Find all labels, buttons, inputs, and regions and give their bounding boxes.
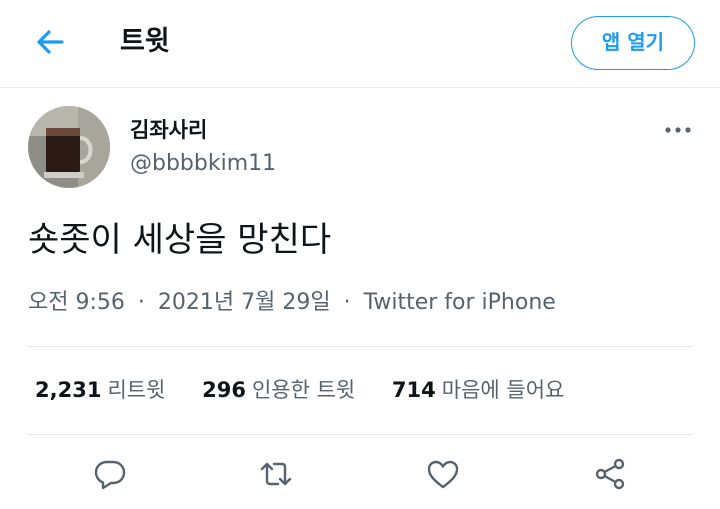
page-title: 트윗	[120, 26, 170, 57]
reply-icon[interactable]	[90, 454, 130, 494]
divider	[28, 434, 692, 435]
likes-label: 마음에 들어요	[441, 378, 565, 402]
tweet-date[interactable]: 2021년 7월 29일	[158, 290, 331, 315]
quote-tweets-label: 인용한 트윗	[251, 378, 356, 402]
tweet-stats: 2,231 리트윗 296 인용한 트윗 714 마음에 들어요	[35, 375, 594, 405]
quote-tweets-stat[interactable]: 296 인용한 트윗	[202, 375, 355, 405]
tweet-text: 숏좃이 세상을 망친다	[28, 220, 332, 260]
likes-count: 714	[391, 378, 436, 402]
meta-separator: ·	[137, 290, 145, 315]
top-bar: 트윗 앱 열기	[0, 0, 720, 88]
meta-separator: ·	[343, 290, 351, 315]
tweet-source[interactable]: Twitter for iPhone	[364, 290, 556, 315]
likes-stat[interactable]: 714 마음에 들어요	[392, 375, 564, 405]
avatar[interactable]	[28, 106, 110, 188]
action-bar	[0, 454, 720, 498]
retweets-count: 2,231	[35, 378, 102, 402]
retweet-icon[interactable]	[256, 454, 296, 494]
author-handle[interactable]: @bbbbkim11	[130, 150, 276, 178]
open-app-button[interactable]: 앱 열기	[571, 16, 695, 70]
quote-tweets-count: 296	[202, 378, 246, 402]
retweets-stat[interactable]: 2,231 리트윗	[35, 375, 165, 405]
back-arrow-icon[interactable]	[32, 26, 68, 58]
tweet-time[interactable]: 오전 9:56	[28, 290, 125, 315]
tweet-meta: 오전 9:56 · 2021년 7월 29일 · Twitter for iPh…	[28, 288, 556, 318]
like-icon[interactable]	[423, 454, 463, 494]
author-name[interactable]: 김좌사리	[130, 117, 207, 143]
divider	[28, 346, 692, 347]
more-icon[interactable]	[660, 118, 696, 142]
share-icon[interactable]	[590, 454, 630, 494]
retweets-label: 리트윗	[107, 378, 166, 402]
